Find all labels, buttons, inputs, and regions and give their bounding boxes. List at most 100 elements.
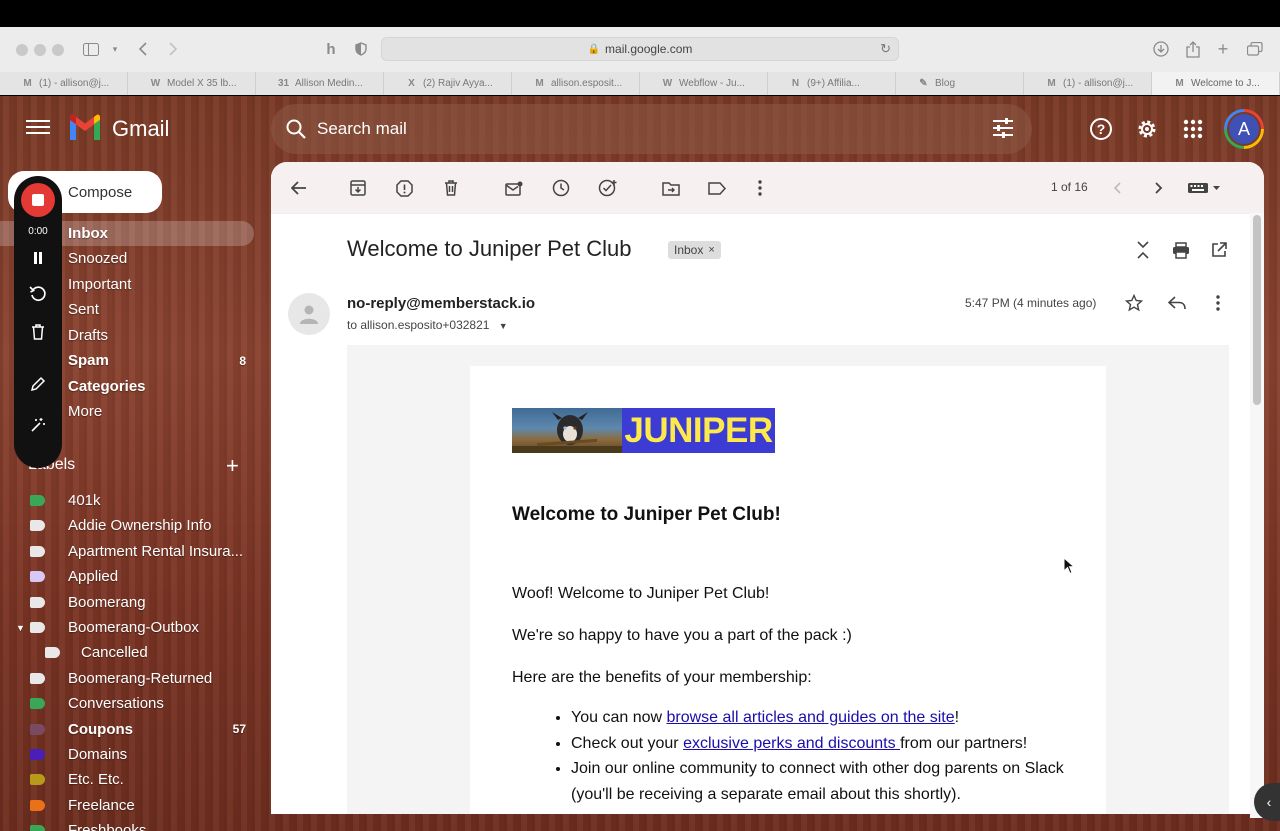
settings-gear-icon[interactable] xyxy=(1134,116,1160,142)
restart-icon[interactable] xyxy=(26,282,50,306)
search-bar[interactable]: Search mail xyxy=(271,104,1032,154)
label-item-cancelled[interactable]: Cancelled xyxy=(0,640,254,665)
browser-tab[interactable]: N (9+) Affilia... xyxy=(768,72,896,95)
window-zoom-button[interactable] xyxy=(52,44,64,56)
label-item-etc-etc[interactable]: Etc. Etc. xyxy=(0,767,254,792)
print-icon[interactable] xyxy=(1169,238,1193,262)
main-menu-icon[interactable] xyxy=(26,116,50,140)
reload-icon[interactable]: ↻ xyxy=(880,41,891,57)
browser-tab[interactable]: M (1) - allison@j... xyxy=(0,72,128,95)
browser-tab[interactable]: W Model X 35 lb... xyxy=(128,72,256,95)
label-name: Boomerang-Returned xyxy=(68,669,213,687)
tab-title: (1) - allison@j... xyxy=(39,78,110,89)
download-icon[interactable] xyxy=(1150,38,1172,60)
search-input[interactable]: Search mail xyxy=(317,119,407,139)
window-close-button[interactable] xyxy=(16,44,28,56)
browser-tab[interactable]: Mallison.esposit... xyxy=(512,72,640,95)
label-name: Freelance xyxy=(68,796,135,814)
star-icon[interactable] xyxy=(1122,291,1146,315)
mail-view: 1 of 16 Welcome to Juniper Pet Club Inbo… xyxy=(271,162,1264,814)
sidebar-item-label: Drafts xyxy=(68,327,109,344)
label-item-freshbooks[interactable]: Freshbooks xyxy=(0,818,254,831)
mark-unread-icon[interactable] xyxy=(502,176,526,200)
open-in-new-window-icon[interactable] xyxy=(1207,238,1231,262)
reply-icon[interactable] xyxy=(1165,291,1189,315)
help-icon[interactable]: ? xyxy=(1088,116,1114,142)
label-item-boomerang-returned[interactable]: Boomerang-Returned xyxy=(0,666,254,691)
sender-avatar[interactable] xyxy=(288,293,330,335)
share-icon[interactable] xyxy=(1182,38,1204,60)
account-avatar[interactable]: A xyxy=(1224,109,1264,149)
label-icon[interactable] xyxy=(705,176,729,200)
browser-tab[interactable]: M (1) - allison@j... xyxy=(1024,72,1152,95)
move-to-folder-icon[interactable] xyxy=(659,176,683,200)
more-vert-icon[interactable] xyxy=(748,176,772,200)
archive-icon[interactable] xyxy=(346,176,370,200)
stop-recording-button[interactable] xyxy=(21,183,55,217)
report-spam-icon[interactable] xyxy=(392,176,416,200)
mail-scrollbar[interactable] xyxy=(1250,213,1264,818)
keyboard-input-icon[interactable] xyxy=(1185,176,1225,200)
apps-grid-icon[interactable] xyxy=(1180,116,1206,142)
back-arrow-icon[interactable] xyxy=(132,38,154,60)
browser-tab[interactable]: ✎ Blog xyxy=(896,72,1024,95)
back-to-inbox-icon[interactable] xyxy=(287,176,311,200)
window-minimize-button[interactable] xyxy=(34,44,46,56)
expand-caret-icon[interactable]: ▼ xyxy=(16,623,25,633)
browser-tab[interactable]: W Webflow - Ju... xyxy=(640,72,768,95)
sidebar-item-label: Categories xyxy=(68,378,146,395)
tab-title: (1) - allison@j... xyxy=(1063,78,1134,89)
tab-title: (9+) Affilia... xyxy=(807,78,860,89)
label-tag-icon xyxy=(30,672,45,684)
label-item-coupons[interactable]: Coupons 57 xyxy=(0,717,254,742)
recipient-line[interactable]: to allison.esposito+032821 ▼ xyxy=(347,318,508,332)
unread-count: 8 xyxy=(239,353,246,368)
label-item-freelance[interactable]: Freelance xyxy=(0,793,254,818)
browser-tab[interactable]: 31 Allison Medin... xyxy=(256,72,384,95)
pen-icon[interactable] xyxy=(26,372,50,396)
add-task-icon[interactable] xyxy=(596,176,620,200)
remove-label-icon[interactable]: × xyxy=(708,244,714,256)
sender-address[interactable]: no-reply@memberstack.io xyxy=(347,295,535,312)
newer-chevron-icon[interactable] xyxy=(1105,176,1129,200)
shield-icon[interactable] xyxy=(350,38,372,60)
gmail-logo-icon[interactable] xyxy=(68,114,102,142)
tab-favicon-icon: M xyxy=(1175,78,1184,89)
chevron-down-icon[interactable]: ▾ xyxy=(104,38,126,60)
trash-icon[interactable] xyxy=(26,320,50,344)
browser-tab[interactable]: X (2) Rajiv Ayya... xyxy=(384,72,512,95)
new-tab-icon[interactable]: + xyxy=(1212,38,1234,60)
inbox-label-chip[interactable]: Inbox × xyxy=(668,241,721,259)
magic-wand-icon[interactable] xyxy=(26,413,50,437)
label-item-apartment-rental-insura[interactable]: Apartment Rental Insura... xyxy=(0,539,254,564)
tab-title: Allison Medin... xyxy=(295,78,363,89)
label-item-domains[interactable]: Domains xyxy=(0,742,254,767)
label-item-401k[interactable]: 401k xyxy=(0,488,254,513)
sidebar-toggle-icon[interactable] xyxy=(80,38,102,60)
collapse-all-icon[interactable] xyxy=(1131,238,1155,262)
add-label-icon[interactable]: + xyxy=(226,453,239,479)
tab-overview-icon[interactable] xyxy=(1244,38,1266,60)
message-more-icon[interactable] xyxy=(1206,291,1230,315)
browser-tab[interactable]: M Welcome to J... xyxy=(1152,72,1280,95)
pause-icon[interactable] xyxy=(26,246,50,270)
extension-h-icon[interactable]: h xyxy=(320,38,342,60)
show-details-icon[interactable]: ▼ xyxy=(499,321,508,331)
label-item-applied[interactable]: Applied xyxy=(0,564,254,589)
scroll-thumb[interactable] xyxy=(1253,215,1261,405)
older-chevron-icon[interactable] xyxy=(1147,176,1171,200)
label-item-addie-ownership-info[interactable]: Addie Ownership Info xyxy=(0,513,254,538)
address-bar[interactable]: 🔒 mail.google.com ↻ xyxy=(381,37,899,61)
browse-articles-link[interactable]: browse all articles and guides on the si… xyxy=(666,709,954,726)
label-item-conversations[interactable]: Conversations xyxy=(0,691,254,716)
delete-icon[interactable] xyxy=(439,176,463,200)
snooze-clock-icon[interactable] xyxy=(549,176,573,200)
search-options-icon[interactable] xyxy=(992,118,1014,138)
label-item-boomerang[interactable]: Boomerang xyxy=(0,590,254,615)
forward-arrow-icon[interactable] xyxy=(162,38,184,60)
search-icon[interactable] xyxy=(285,118,307,140)
exclusive-perks-link[interactable]: exclusive perks and discounts xyxy=(683,735,900,752)
label-tag-icon xyxy=(30,799,45,811)
pagination-text: 1 of 16 xyxy=(1051,180,1088,194)
label-item-boomerang-outbox[interactable]: ▼ Boomerang-Outbox xyxy=(0,615,254,640)
